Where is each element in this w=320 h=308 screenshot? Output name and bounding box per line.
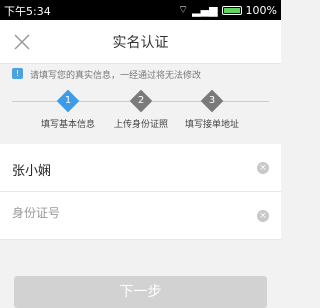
id-number-input[interactable] (12, 206, 242, 220)
page-title: 实名认证 (112, 35, 169, 51)
steps-progress: 1 填写基本信息 2 上传身份证照 3 填写接单地址 (0, 84, 281, 140)
battery-percent: 100% (245, 3, 277, 17)
step-2: 2 上传身份证照 (101, 89, 181, 130)
notice-text: 请填写您的真实信息，一经通过将无法修改 (30, 71, 202, 81)
step-2-label: 上传身份证照 (113, 120, 168, 130)
name-field[interactable]: 张小娴 (12, 160, 51, 179)
step-1-marker: 1 (56, 89, 80, 113)
identity-form: 张小娴 × × (0, 144, 281, 240)
status-icons: ⌔ ▂▄▆ 100% (178, 3, 277, 17)
info-icon: ! (12, 68, 23, 79)
next-button[interactable]: 下一步 (14, 276, 267, 308)
step-2-marker: 2 (129, 89, 153, 113)
status-time: 下午5:34 (4, 5, 51, 18)
step-3: 3 填写接单地址 (172, 89, 252, 130)
clear-id-icon[interactable]: × (257, 210, 269, 222)
status-bar: 下午5:34 ⌔ ▂▄▆ 100% (0, 0, 281, 20)
step-1: 1 填写基本信息 (28, 89, 108, 130)
step-3-label: 填写接单地址 (184, 120, 239, 130)
name-row: 张小娴 × (0, 144, 281, 192)
step-1-label: 填写基本信息 (40, 120, 95, 130)
battery-icon (221, 5, 242, 15)
notice-bar: ! 请填写您的真实信息，一经通过将无法修改 (0, 64, 281, 84)
step-3-marker: 3 (200, 89, 224, 113)
header: 实名认证 (0, 20, 281, 64)
id-row: × (0, 192, 281, 240)
signal-icon: ▂▄▆ (192, 3, 218, 17)
wifi-icon: ⌔ (177, 3, 189, 16)
clear-name-icon[interactable]: × (257, 162, 269, 174)
